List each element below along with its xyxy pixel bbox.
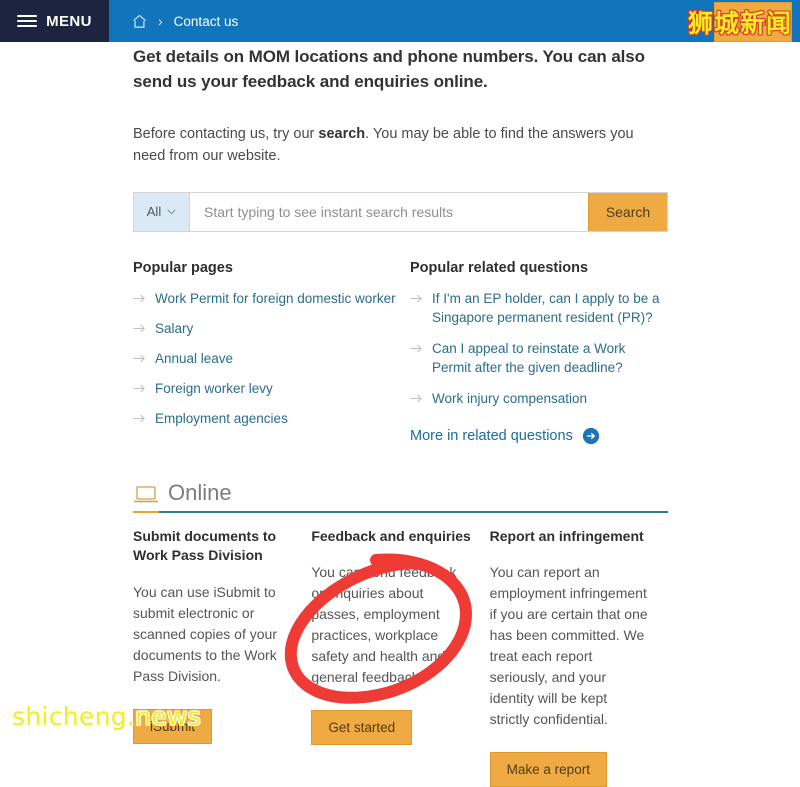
make-a-report-button[interactable]: Make a report [489,752,607,787]
card-body: You can report an employment infringemen… [489,564,648,728]
list-item[interactable]: Work injury compensation [410,389,668,408]
subtext-search-emphasis: search [318,126,366,143]
card-body: You can send feedback or enquiries about… [311,564,457,686]
card-body: You can use iSubmit to submit electronic… [133,584,277,685]
site-search-bar: All Search [133,191,668,232]
list-item[interactable]: Employment agencies [133,409,410,428]
popular-page-link[interactable]: Salary [155,319,193,338]
arrow-right-icon [410,394,423,403]
popular-questions-heading: Popular related questions [410,259,589,276]
search-submit-button[interactable]: Search [588,192,667,231]
card-title: Report an infringement [489,527,644,544]
quick-links-section: Popular pages Work Permit for foreign do… [133,260,668,445]
arrow-right-icon [410,294,423,303]
arrow-right-icon [133,384,146,393]
online-section-header: Online [133,471,668,513]
list-item[interactable]: Annual leave [133,349,410,368]
popular-page-link[interactable]: Annual leave [155,349,233,368]
card-title: Feedback and enquiries [311,527,471,544]
online-section-title: Online [168,479,232,505]
popular-pages-heading: Popular pages [133,259,233,276]
card-feedback-enquiries: Feedback and enquiries You can send feed… [311,527,489,787]
menu-button[interactable]: MENU [0,0,109,42]
popular-page-link[interactable]: Employment agencies [155,409,288,428]
arrow-right-icon [133,414,146,423]
search-input[interactable] [190,192,588,231]
more-related-questions-label: More in related questions [410,427,573,444]
popular-questions-column: Popular related questions If I'm an EP h… [410,260,668,445]
page-body: Get details on MOM locations and phone n… [0,42,800,787]
list-item[interactable]: Work Permit for foreign domestic worker [133,289,410,308]
section-divider-accent [133,510,159,513]
page-subtext: Before contacting us, try our search. Yo… [133,94,668,168]
online-services-cards: Submit documents to Work Pass Division Y… [133,527,668,787]
arrow-right-icon [410,344,423,353]
card-title: Submit documents to Work Pass Division [133,527,277,564]
popular-page-link[interactable]: Foreign worker levy [155,379,273,398]
list-item[interactable]: Can I appeal to reinstate a Work Permit … [410,339,668,377]
content-column: Get details on MOM locations and phone n… [133,42,668,787]
page-lede: Get details on MOM locations and phone n… [133,47,645,91]
breadcrumb-current-page[interactable]: Contact us [174,14,239,29]
popular-question-link[interactable]: Can I appeal to reinstate a Work Permit … [432,339,668,377]
menu-button-label: MENU [46,12,92,30]
circle-arrow-right-icon [582,427,599,444]
home-icon[interactable] [132,14,147,29]
search-scope-dropdown[interactable]: All [134,192,190,231]
arrow-right-icon [133,324,146,333]
card-submit-documents: Submit documents to Work Pass Division Y… [133,527,311,787]
breadcrumb-separator-icon: › [158,13,163,29]
watermark-top-right: 狮城新闻 [687,9,792,38]
laptop-icon [133,485,159,507]
popular-question-link[interactable]: If I'm an EP holder, can I apply to be a… [432,289,668,327]
get-started-button[interactable]: Get started [311,710,413,746]
more-related-questions-link[interactable]: More in related questions [410,427,668,445]
watermark-bottom-left: shicheng.news [12,702,202,731]
popular-pages-column: Popular pages Work Permit for foreign do… [133,260,410,445]
list-item[interactable]: Foreign worker levy [133,379,410,398]
section-divider [133,510,668,513]
arrow-right-icon [133,294,146,303]
chevron-down-icon [167,209,176,215]
popular-pages-list: Work Permit for foreign domestic worker … [133,289,410,429]
popular-page-link[interactable]: Work Permit for foreign domestic worker [155,289,396,308]
subtext-part-1: Before contacting us, try our [133,126,319,143]
arrow-right-icon [133,354,146,363]
popular-questions-list: If I'm an EP holder, can I apply to be a… [410,289,668,409]
popular-question-link[interactable]: Work injury compensation [432,389,587,408]
top-navigation-bar: MENU › Contact us Search [0,0,800,42]
list-item[interactable]: If I'm an EP holder, can I apply to be a… [410,289,668,327]
hamburger-icon [17,15,38,27]
card-report-infringement: Report an infringement You can report an… [489,527,668,787]
search-scope-label: All [146,204,162,220]
list-item[interactable]: Salary [133,319,410,338]
